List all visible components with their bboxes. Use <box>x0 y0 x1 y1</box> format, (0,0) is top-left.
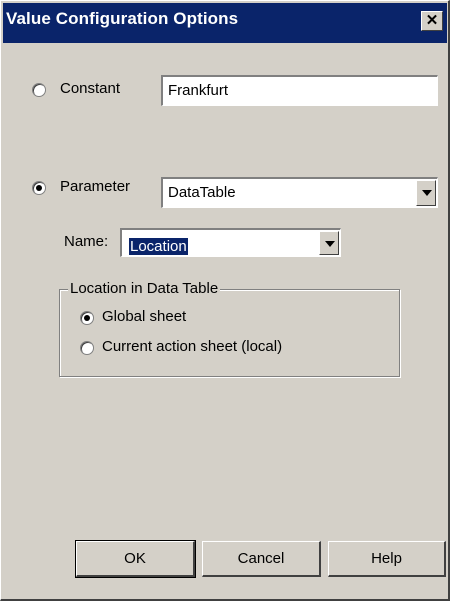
constant-radio[interactable] <box>32 83 46 97</box>
global-sheet-label: Global sheet <box>102 308 187 325</box>
name-label: Name: <box>64 233 109 250</box>
dialog-window: Value Configuration Options ✕ Constant F… <box>0 0 450 601</box>
current-action-sheet-radio[interactable] <box>80 341 94 355</box>
title-bar: Value Configuration Options ✕ <box>3 3 447 43</box>
close-icon: ✕ <box>425 12 439 29</box>
dialog-title: Value Configuration Options <box>6 9 239 28</box>
location-group-title: Location in Data Table <box>68 280 221 297</box>
chevron-down-icon[interactable] <box>319 231 339 255</box>
chevron-down-icon[interactable] <box>416 180 436 206</box>
constant-value: Frankfurt <box>168 82 229 99</box>
close-button[interactable]: ✕ <box>421 11 443 31</box>
parameter-radio[interactable] <box>32 181 46 195</box>
name-select[interactable]: Location <box>120 228 341 257</box>
name-value: Location <box>129 238 188 255</box>
global-sheet-radio[interactable] <box>80 311 94 325</box>
help-button[interactable]: Help <box>328 541 446 577</box>
parameter-type-select[interactable]: DataTable <box>161 177 438 208</box>
ok-button[interactable]: OK <box>75 540 196 578</box>
constant-label: Constant <box>60 80 121 97</box>
constant-input[interactable]: Frankfurt <box>161 75 438 106</box>
location-group: Location in Data Table Global sheet Curr… <box>59 280 400 377</box>
parameter-label: Parameter <box>60 178 131 195</box>
parameter-type-value: DataTable <box>168 184 236 201</box>
current-action-sheet-label: Current action sheet (local) <box>102 338 283 355</box>
cancel-button[interactable]: Cancel <box>202 541 321 577</box>
